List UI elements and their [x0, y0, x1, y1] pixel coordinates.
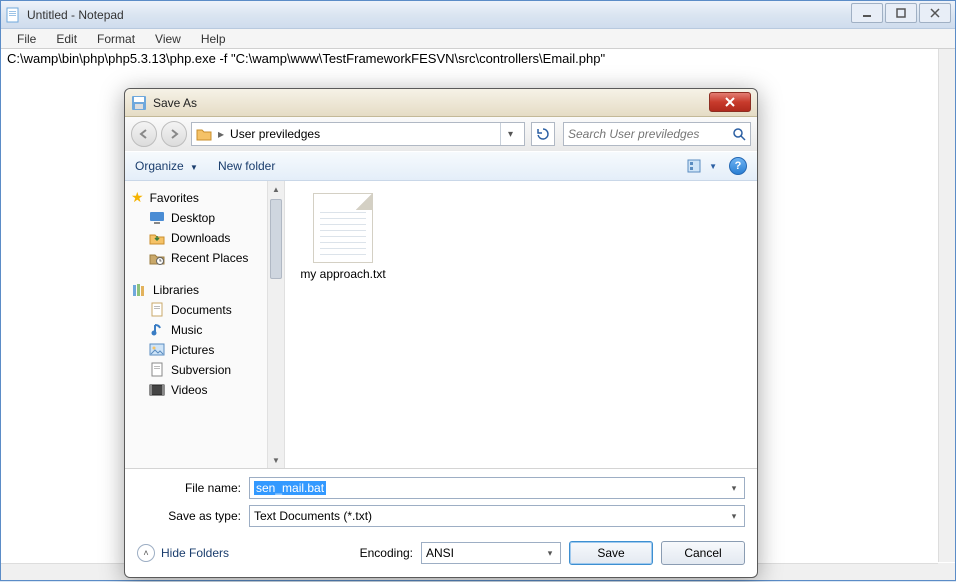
notepad-icon: [5, 7, 21, 23]
dialog-body: ★ Favorites Desktop Downloads Recent Pla…: [125, 181, 757, 469]
navpane-scrollbar[interactable]: ▲▼: [267, 181, 284, 468]
forward-button[interactable]: [161, 121, 187, 147]
save-button[interactable]: Save: [569, 541, 653, 565]
nav-item-desktop[interactable]: Desktop: [125, 208, 284, 228]
address-bar[interactable]: ▸ User previledges ▾: [191, 122, 525, 146]
scroll-corner: [938, 563, 955, 580]
documents-icon: [149, 302, 165, 318]
nav-item-documents[interactable]: Documents: [125, 300, 284, 320]
close-button[interactable]: [919, 3, 951, 23]
filename-label: File name:: [137, 481, 249, 495]
filename-combo[interactable]: sen_mail.bat ▾: [249, 477, 745, 499]
minimize-button[interactable]: [851, 3, 883, 23]
nav-favorites-header[interactable]: ★ Favorites: [125, 187, 284, 208]
search-icon: [732, 127, 746, 141]
recent-icon: [149, 250, 165, 266]
search-input[interactable]: [568, 127, 732, 141]
navigation-pane: ★ Favorites Desktop Downloads Recent Pla…: [125, 181, 285, 468]
new-folder-button[interactable]: New folder: [218, 159, 275, 173]
chevron-up-icon: ˄: [137, 544, 155, 562]
nav-item-recent-places[interactable]: Recent Places: [125, 248, 284, 268]
window-controls: [849, 3, 951, 23]
star-icon: ★: [131, 189, 144, 206]
dialog-title: Save As: [153, 96, 197, 110]
videos-icon: [149, 382, 165, 398]
savetype-combo[interactable]: Text Documents (*.txt) ▾: [249, 505, 745, 527]
savetype-value: Text Documents (*.txt): [254, 509, 372, 523]
help-button[interactable]: ?: [729, 157, 747, 175]
dialog-footer: File name: sen_mail.bat ▾ Save as type: …: [125, 469, 757, 577]
encoding-label: Encoding:: [360, 546, 413, 560]
menu-edit[interactable]: Edit: [48, 30, 85, 48]
back-button[interactable]: [131, 121, 157, 147]
filename-input[interactable]: sen_mail.bat: [254, 481, 326, 495]
dialog-close-button[interactable]: [709, 92, 751, 112]
encoding-combo[interactable]: ANSI ▾: [421, 542, 561, 564]
save-icon: [131, 95, 147, 111]
address-dropdown-button[interactable]: ▾: [500, 123, 520, 145]
breadcrumb-separator-icon: ▸: [216, 127, 226, 141]
notepad-menubar: File Edit Format View Help: [1, 29, 955, 49]
breadcrumb-current[interactable]: User previledges: [226, 127, 324, 141]
refresh-button[interactable]: [531, 122, 555, 146]
folder-icon: [196, 126, 212, 142]
downloads-icon: [149, 230, 165, 246]
maximize-button[interactable]: [885, 3, 917, 23]
dialog-titlebar: Save As: [125, 89, 757, 117]
file-item[interactable]: my approach.txt: [297, 193, 389, 281]
file-name-label: my approach.txt: [297, 267, 389, 281]
nav-item-music[interactable]: Music: [125, 320, 284, 340]
organize-menu[interactable]: Organize ▼: [135, 159, 198, 173]
chevron-down-icon[interactable]: ▾: [726, 508, 742, 524]
pictures-icon: [149, 342, 165, 358]
music-icon: [149, 322, 165, 338]
nav-item-downloads[interactable]: Downloads: [125, 228, 284, 248]
search-box[interactable]: [563, 122, 751, 146]
encoding-value: ANSI: [426, 546, 454, 560]
menu-format[interactable]: Format: [89, 30, 143, 48]
savetype-label: Save as type:: [137, 509, 249, 523]
chevron-down-icon[interactable]: ▾: [542, 545, 558, 561]
menu-file[interactable]: File: [9, 30, 44, 48]
cancel-button[interactable]: Cancel: [661, 541, 745, 565]
hide-folders-button[interactable]: ˄ Hide Folders: [137, 544, 229, 562]
view-options-button[interactable]: ▼: [687, 159, 717, 173]
nav-libraries-header[interactable]: Libraries: [125, 280, 284, 300]
vertical-scrollbar[interactable]: [938, 49, 955, 562]
nav-item-subversion[interactable]: Subversion: [125, 360, 284, 380]
libraries-icon: [131, 282, 147, 298]
desktop-icon: [149, 210, 165, 226]
menu-view[interactable]: View: [147, 30, 189, 48]
nav-item-videos[interactable]: Videos: [125, 380, 284, 400]
menu-help[interactable]: Help: [193, 30, 234, 48]
file-list-pane[interactable]: my approach.txt: [285, 181, 757, 468]
notepad-content: C:\wamp\bin\php\php5.3.13\php.exe -f "C:…: [7, 51, 605, 66]
nav-item-pictures[interactable]: Pictures: [125, 340, 284, 360]
dialog-nav-toolbar: ▸ User previledges ▾: [125, 117, 757, 151]
notepad-titlebar: Untitled - Notepad: [1, 1, 955, 29]
notepad-title: Untitled - Notepad: [27, 8, 124, 22]
dialog-command-bar: Organize ▼ New folder ▼ ?: [125, 151, 757, 181]
save-as-dialog: Save As ▸ User previledges ▾: [124, 88, 758, 578]
chevron-down-icon[interactable]: ▾: [726, 480, 742, 496]
text-file-icon: [313, 193, 373, 263]
subversion-icon: [149, 362, 165, 378]
